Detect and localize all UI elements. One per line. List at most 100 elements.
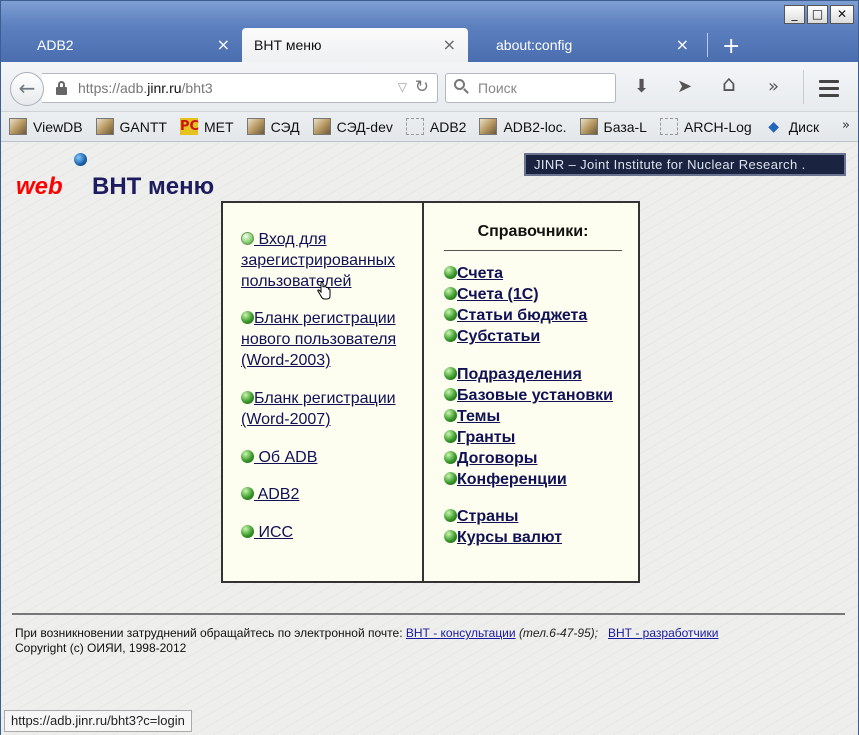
bookmark-viewdb[interactable]: ViewDB [9,118,83,135]
image-icon [246,118,265,135]
new-tab-button[interactable]: + [714,32,740,62]
search-input[interactable]: Поиск [445,73,616,103]
tab-label: ВНТ меню [254,37,322,53]
bullet-icon [241,311,254,324]
bullet-icon [241,232,254,245]
link-conferences[interactable]: Конференции [444,469,567,490]
link-grants[interactable]: Гранты [444,427,515,448]
url-text[interactable]: https://adb.jinr.ru/bht3 [78,80,213,96]
copyright: Copyright (c) ОИЯИ, 1998-2012 [15,641,187,655]
bookmark-gantt[interactable]: GANTT [95,118,167,135]
bookmark-arch-log[interactable]: ARCH-Log [659,118,752,135]
page-title: ВНТ меню [92,173,215,200]
image-icon [579,118,598,135]
disk-icon: ◆ [768,118,780,134]
tab-close-icon[interactable]: × [217,28,230,62]
maximize-button[interactable]: □ [807,5,828,24]
jinr-banner[interactable]: JINR – Joint Institute for Nuclear Resea… [524,153,846,176]
tab-separator [707,33,708,57]
tab-vnt-menu[interactable]: ВНТ меню × [242,28,468,62]
link-exchange-rates[interactable]: Курсы валют [444,527,562,548]
link-budget-items[interactable]: Статьи бюджета [444,305,587,326]
link-consultations[interactable]: ВНТ - консультации [406,626,516,640]
link-registration-word2007[interactable]: Бланк регистрации (Word-2007) [241,388,416,430]
footer-help-text: При возникновении затруднений обращайтес… [15,626,406,640]
window-controls: _ □ ✕ [784,5,854,24]
bullet-icon [444,509,457,522]
bullet-icon [444,287,457,300]
toolbar-separator [803,70,804,104]
bookmark-met[interactable]: PC MET [180,118,234,135]
bookmark-sed-dev[interactable]: СЭД-dev [312,118,393,135]
folder-icon [659,118,678,135]
bookmark-adb2[interactable]: ADB2 [405,118,466,135]
bookmark-disk[interactable]: ◆ Диск [765,118,819,135]
link-sub-items[interactable]: Субстатьи [444,326,540,347]
bookmark-baza-l[interactable]: База-L [579,118,647,135]
overflow-icon[interactable]: » [768,76,779,97]
tab-close-icon[interactable]: × [676,28,689,62]
bullet-icon [241,525,254,538]
link-iss[interactable]: ИСС [241,522,416,543]
search-placeholder: Поиск [478,80,517,96]
bullet-icon [444,430,457,443]
title-bar: _ □ ✕ ADB2 × ВНТ меню × about:config × + [1,1,858,63]
link-accounts[interactable]: Счета [444,263,503,284]
link-about-adb[interactable]: Об ADB [241,447,416,468]
menu-table: Вход для зарегистрированных пользователе… [221,201,640,583]
page-content: web ВНТ меню JINR – Joint Institute for … [1,142,858,735]
url-dropdown-icon[interactable]: ▽ [398,80,407,94]
link-base-facilities[interactable]: Базовые установки [444,385,613,406]
browser-window: _ □ ✕ ADB2 × ВНТ меню × about:config × +… [0,0,859,735]
references-heading: Справочники: [477,223,589,240]
send-icon[interactable]: ➤ [677,76,692,97]
bookmarks-overflow-icon[interactable]: » [842,118,850,133]
bullet-icon [444,409,457,422]
lock-icon [56,81,67,95]
link-countries[interactable]: Страны [444,506,518,527]
tab-label: about:config [496,37,573,53]
bullet-icon [241,450,254,463]
navigation-toolbar: https://adb.jinr.ru/bht3 ▽ ↻ ← Поиск ⬇ ➤… [1,62,858,112]
link-topics[interactable]: Темы [444,406,500,427]
status-bar: https://adb.jinr.ru/bht3?c=login [4,710,192,732]
reload-icon[interactable]: ↻ [415,77,429,97]
bullet-icon [241,487,254,500]
tab-close-icon[interactable]: × [443,28,456,62]
bullet-icon [444,472,457,485]
image-icon [312,118,331,135]
home-icon[interactable]: ⌂ [722,72,736,97]
link-accounts-1c[interactable]: Счета (1С) [444,284,539,305]
minimize-button[interactable]: _ [784,5,805,24]
bullet-icon [444,367,457,380]
bookmarks-toolbar: ViewDB GANTT PC MET СЭД СЭД-dev ADB2 ADB2… [1,112,858,142]
bullet-icon [444,266,457,279]
link-contracts[interactable]: Договоры [444,448,537,469]
link-developers[interactable]: ВНТ - разработчики [608,626,718,640]
left-menu-column: Вход для зарегистрированных пользователе… [223,203,424,581]
hamburger-menu-icon[interactable] [819,80,839,101]
bookmark-adb2-loc[interactable]: ADB2-loc. [479,118,567,135]
tab-about-config[interactable]: about:config × [468,28,701,62]
close-window-button[interactable]: ✕ [830,5,854,24]
pc-icon: PC [180,118,200,135]
link-registration-word2003[interactable]: Бланк регистрации нового пользователя (W… [241,308,416,371]
link-adb2[interactable]: ADB2 [241,484,416,505]
bullet-icon [444,308,457,321]
footer: При возникновении затруднений обращайтес… [15,626,718,656]
bullet-icon [444,388,457,401]
image-icon [95,118,114,135]
tab-adb2[interactable]: ADB2 × [9,28,242,62]
tab-label: ADB2 [37,37,74,53]
back-button[interactable]: ← [10,72,44,106]
right-menu-column: Справочники: Счета Счета (1С) Статьи бюд… [426,203,638,581]
bullet-icon [241,391,254,404]
url-bar[interactable]: https://adb.jinr.ru/bht3 ▽ ↻ [42,73,438,103]
tab-strip: ADB2 × ВНТ меню × about:config × + [9,28,740,62]
image-icon [9,118,27,135]
link-departments[interactable]: Подразделения [444,364,582,385]
page-web-label: web [16,173,63,200]
bookmark-sed[interactable]: СЭД [246,118,300,135]
search-icon [454,79,469,94]
download-icon[interactable]: ⬇ [634,76,649,97]
